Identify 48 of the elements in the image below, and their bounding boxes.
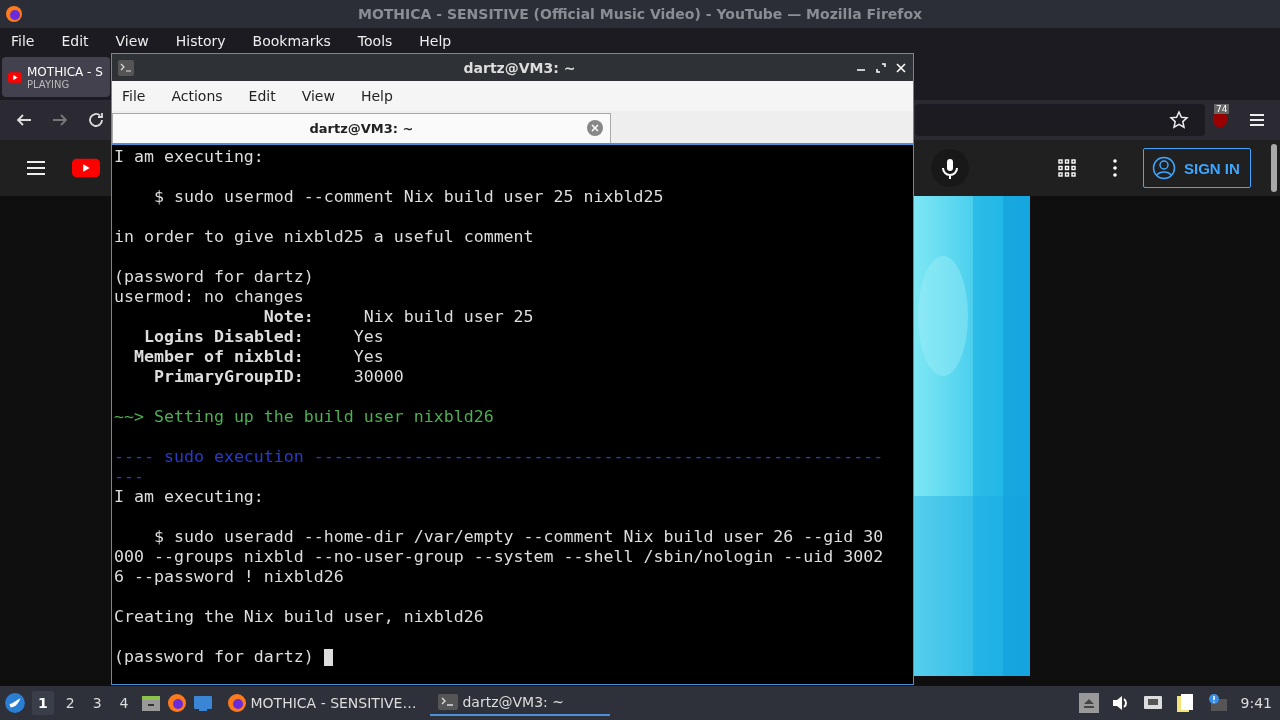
terminal-line: ---- sudo execution --------------------------------------------------------- [114, 447, 884, 467]
terminal-line: Logins Disabled: Yes [143, 327, 384, 347]
terminal-tab[interactable]: dartz@VM3: ~ [112, 113, 611, 143]
menu-item[interactable]: Edit [54, 33, 101, 49]
workspace-button[interactable]: 2 [59, 691, 81, 715]
menu-item[interactable]: Edit [248, 88, 276, 104]
terminal-line: I am executing: [114, 147, 264, 167]
terminal-line: 6 --password ! nixbld26 [114, 567, 344, 587]
terminal-line: (password for dartz) [114, 647, 315, 667]
terminal-line: $ sudo useradd --home-dir /var/empty --comment Nix build user 26 --gid 30 [152, 527, 884, 547]
menu-item[interactable]: Tools [350, 33, 405, 49]
menu-item[interactable]: History [168, 33, 238, 49]
menu-item[interactable]: File [122, 88, 146, 104]
menu-item[interactable]: File [4, 33, 47, 49]
task-label: MOTHICA - SENSITIVE… [250, 695, 417, 711]
workspace-button[interactable]: 1 [32, 691, 54, 715]
menu-item[interactable]: Bookmarks [245, 33, 343, 49]
window-title: dartz@VM3: ~ [462, 59, 577, 76]
workspace-button[interactable]: 3 [86, 691, 108, 715]
taskbar-button[interactable]: MOTHICA - SENSITIVE… [218, 690, 425, 716]
terminal-line: $ sudo usermod --comment Nix build user 25 nixbld25 [152, 187, 664, 207]
sign-in-button[interactable]: SIGN IN [1143, 148, 1251, 188]
terminal-line: Member of nixbld: Yes [133, 347, 384, 367]
tab-title: dartz@VM3: ~ [309, 121, 414, 136]
window-title: MOTHICA - SENSITIVE (Official Music Video) - YouTube — Mozilla Firefox [356, 6, 924, 22]
menu-item[interactable]: Actions [171, 88, 223, 104]
menu-item[interactable]: Help [360, 88, 393, 104]
menu-item[interactable]: View [108, 33, 161, 49]
terminal-line: Note: Nix build user 25 [262, 307, 534, 327]
taskbar-button[interactable]: dartz@VM3: ~ [430, 690, 611, 716]
tab-status: PLAYING [27, 78, 71, 90]
workspace-button[interactable]: 4 [113, 691, 135, 715]
terminal-line: in order to give nixbld25 a useful comment [114, 227, 534, 247]
terminal-line: (password for dartz) [114, 267, 314, 287]
menu-item[interactable]: Help [412, 33, 464, 49]
terminal-line: PrimaryGroupID: 30000 [152, 367, 404, 387]
clock: 9:41 [1240, 695, 1272, 711]
terminal-line: ~~> Setting up the build user nixbld26 [114, 407, 494, 427]
terminal-line: usermod: no changes [114, 287, 304, 307]
terminal-line: 000 --groups nixbld --no-user-group --system --shell /sbin/nologin --uid 3002 [114, 547, 884, 567]
terminal-line: --- [114, 467, 144, 487]
tab-title: MOTHICA - S [27, 64, 103, 79]
menu-item[interactable]: View [301, 88, 335, 104]
task-label: dartz@VM3: ~ [462, 694, 564, 710]
terminal-line: I am executing: [114, 487, 264, 507]
extension-badge: 74 [1214, 104, 1230, 114]
browser-tab[interactable]: MOTHICA - S PLAYING [2, 57, 110, 97]
terminal-line: Creating the Nix build user, nixbld26 [114, 607, 484, 627]
